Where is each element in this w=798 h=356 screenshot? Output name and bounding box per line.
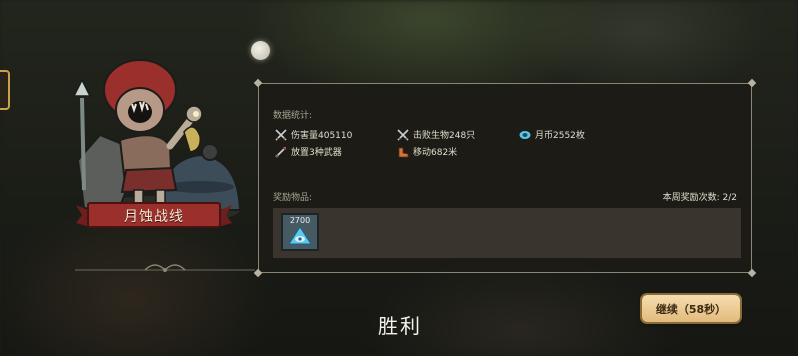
crossed-swords-icon — [397, 128, 409, 141]
stat-moon-coins-text: 月币2552枚 — [535, 131, 585, 141]
moon-coin-icon — [519, 130, 531, 139]
stat-kills-text: 击败生物248只 — [413, 131, 476, 141]
stat-weapons-text: 放置3种武器 — [291, 148, 342, 158]
stat-damage-text: 伤害量405110 — [291, 131, 353, 141]
stat-moon-coins: 月币2552枚 — [519, 128, 585, 141]
stat-weapons: 放置3种武器 — [275, 145, 342, 158]
stat-distance-text: 移动682米 — [413, 148, 458, 158]
battle-stats-panel: 数据统计: 伤害量405110 击败生物248只 月币2552枚 放置3种武器 — [253, 78, 757, 278]
reward-item-amount: 2700 — [289, 216, 311, 225]
victory-title: 胜利 — [378, 314, 422, 338]
rewards-section-title: 奖励物品: — [273, 193, 313, 203]
stage-name: 月蚀战线 — [124, 209, 184, 225]
stats-section-title: 数据统计: — [273, 111, 313, 121]
stat-damage: 伤害量405110 — [275, 128, 352, 141]
reward-items-box: 2700 — [273, 208, 741, 258]
weapon-icon — [275, 146, 286, 158]
decorative-divider — [75, 264, 255, 272]
boot-icon — [398, 147, 409, 157]
weekly-reward-count: 本周奖励次数: 2/2 — [662, 193, 737, 203]
crossed-swords-icon — [275, 128, 287, 141]
side-tab[interactable] — [0, 70, 10, 110]
stat-distance: 移动682米 — [397, 145, 457, 158]
moon-coin-icon — [288, 226, 312, 245]
stage-name-ribbon: 月蚀战线 — [76, 201, 232, 229]
stat-kills: 击败生物248只 — [397, 128, 475, 141]
continue-button[interactable]: 继续（58秒） — [642, 295, 740, 322]
reward-item[interactable]: 2700 — [281, 213, 319, 251]
